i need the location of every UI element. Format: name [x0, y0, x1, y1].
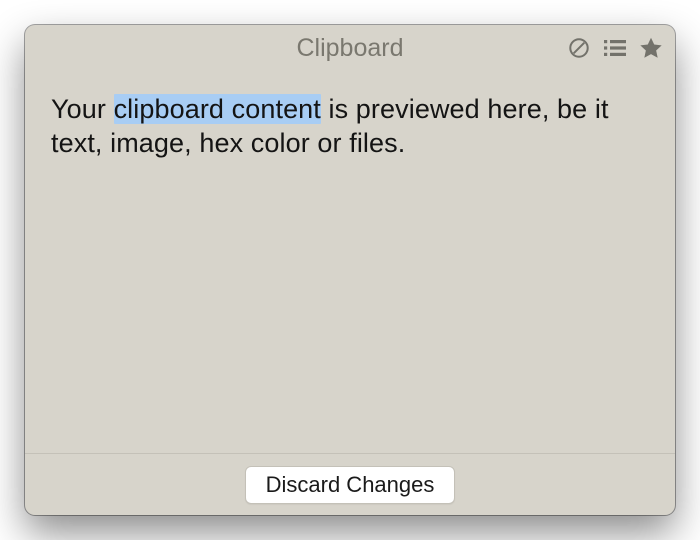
clipboard-window: Clipboard [25, 25, 675, 515]
clear-button[interactable] [565, 34, 593, 62]
clipboard-preview[interactable]: Your clipboard content is previewed here… [25, 71, 675, 453]
star-icon [638, 35, 664, 61]
titlebar: Clipboard [25, 25, 675, 71]
list-button[interactable] [601, 34, 629, 62]
titlebar-actions [565, 25, 665, 71]
clear-icon [568, 37, 590, 59]
footer: Discard Changes [25, 453, 675, 515]
list-icon [603, 37, 627, 59]
preview-text-selected: clipboard content [114, 94, 321, 124]
star-button[interactable] [637, 34, 665, 62]
discard-changes-button[interactable]: Discard Changes [245, 466, 456, 504]
preview-text-before: Your [51, 94, 114, 124]
